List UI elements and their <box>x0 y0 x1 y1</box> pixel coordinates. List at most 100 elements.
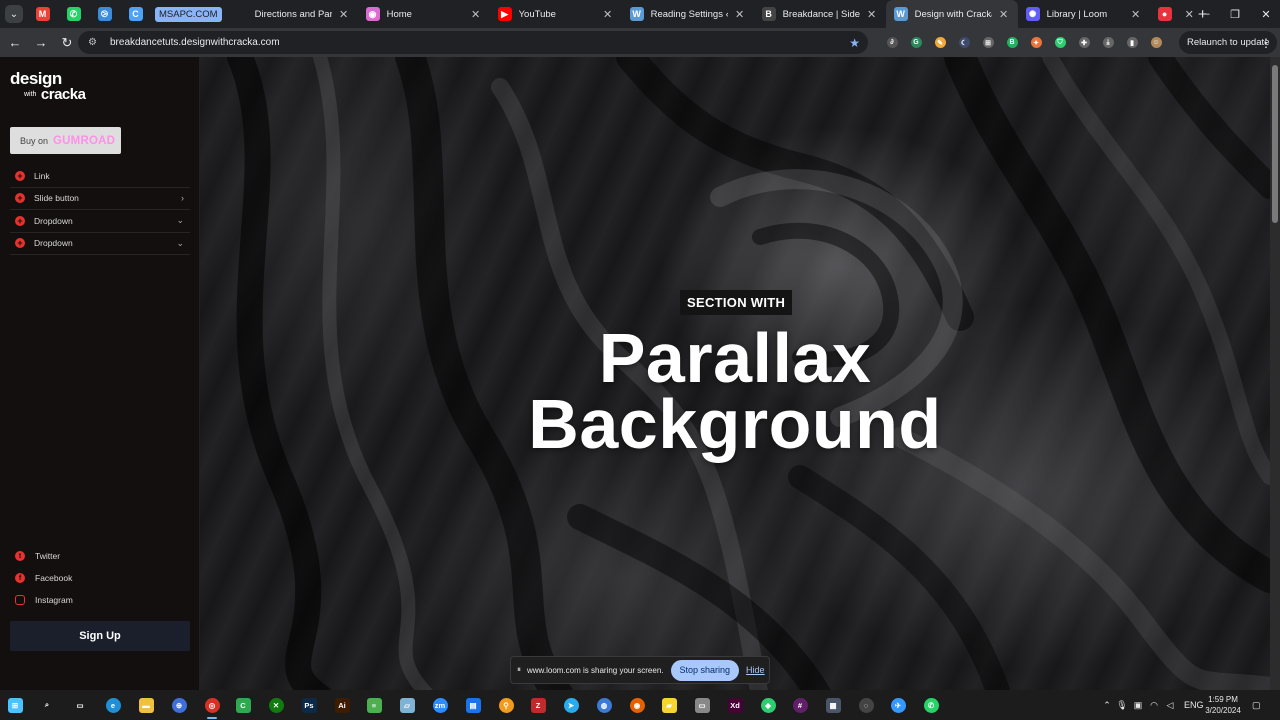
browser-menu-icon[interactable]: ⋮ <box>1258 31 1274 54</box>
file-explorer-icon[interactable]: ▬ <box>135 694 157 716</box>
profile-avatar-icon[interactable]: ☺ <box>1144 31 1168 55</box>
xbox-icon[interactable]: ✕ <box>265 694 287 716</box>
vpn-app-icon[interactable]: ◆ <box>757 694 779 716</box>
minimize-icon[interactable]: — <box>1188 0 1220 28</box>
notepad-icon[interactable]: ≡ <box>363 694 385 716</box>
download-icon[interactable]: ⤓ <box>1096 31 1120 55</box>
messenger-icon[interactable]: ✈ <box>887 694 909 716</box>
tab[interactable]: W Reading Settings ‹ Desi ✕ <box>622 0 754 28</box>
xbox-icon-glyph: ✕ <box>268 697 284 713</box>
slack-icon[interactable]: # <box>789 694 811 716</box>
search-tool-icon[interactable]: ⚲ <box>495 694 517 716</box>
whatsapp-taskbar-icon[interactable]: ✆ <box>920 694 942 716</box>
restore-icon[interactable]: ❐ <box>1219 0 1251 28</box>
reader-ext-icon[interactable]: ∂ <box>880 31 904 55</box>
social-link-instagram[interactable]: ◎ Instagram <box>10 589 190 611</box>
calculator-icon[interactable]: ▦ <box>822 694 844 716</box>
sticky-notes-icon[interactable]: ▰ <box>658 694 680 716</box>
tab-close-icon[interactable]: ✕ <box>338 8 350 21</box>
tab[interactable]: ✺ Library | Loom ✕ <box>1018 0 1150 28</box>
camera-tray-icon[interactable]: ▣ <box>1130 700 1146 711</box>
illustrator-icon[interactable]: Ai <box>331 694 353 716</box>
forward-icon[interactable]: → <box>29 31 53 55</box>
page-scrollbar-thumb[interactable] <box>1272 65 1278 223</box>
puzzle-ext-icon[interactable]: ✚ <box>1072 31 1096 55</box>
sidepanel-icon[interactable]: ▮ <box>1120 31 1144 55</box>
filezilla-icon[interactable]: Z <box>527 694 549 716</box>
site-info-icon[interactable]: ⚙ <box>88 37 102 48</box>
sidebar-menu-item[interactable]: + Dropdown ⌄ <box>10 233 190 255</box>
hero-title-line-1: Parallax <box>598 319 872 397</box>
reload-icon[interactable]: ↻ <box>55 31 79 55</box>
hide-share-bar-link[interactable]: Hide <box>746 665 765 675</box>
screen-recorder-icon[interactable]: ◌ <box>855 694 877 716</box>
screenshot-ext-icon[interactable]: ⊞ <box>976 31 1000 55</box>
tab-close-icon[interactable]: ✕ <box>734 8 746 21</box>
chevron-down-icon[interactable]: ⌄ <box>176 215 184 226</box>
clock[interactable]: 1:59 PM 3/20/2024 <box>1200 694 1246 716</box>
xd-icon[interactable]: Xd <box>724 694 746 716</box>
pinned-tab[interactable]: ⧁ <box>89 0 120 28</box>
sidebar-menu-item[interactable]: + Slide button › <box>10 188 190 210</box>
task-view-icon[interactable]: ▭ <box>69 694 91 716</box>
shield-ext-icon[interactable]: ⛉ <box>1048 31 1072 55</box>
notifications-icon[interactable]: ▢ <box>1252 690 1261 720</box>
stop-sharing-button[interactable]: Stop sharing <box>670 659 740 681</box>
search-icon[interactable]: ⌕ <box>36 694 58 716</box>
site-logo[interactable]: design with cracka <box>10 70 86 104</box>
tab-active[interactable]: W Design with Cracka Tuto ✕ <box>885 0 1018 28</box>
back-icon[interactable]: ← <box>3 31 27 55</box>
edge-icon[interactable]: e <box>102 694 124 716</box>
buy-on-gumroad-button[interactable]: Buy on GUMROAD <box>10 127 121 154</box>
volume-icon[interactable]: ◁ <box>1162 700 1178 711</box>
fox-ext-icon[interactable]: ✦ <box>1024 31 1048 55</box>
windows-start-icon[interactable]: ⊞ <box>4 694 26 716</box>
pencil-ext-icon[interactable]: ✎ <box>928 31 952 55</box>
tab-search-icon[interactable]: ⌄ <box>5 5 23 23</box>
browser-tab-strip: ⌄ M ✆ ⧁ C MSAPC.COM Directions and Parking ✕… <box>0 0 1280 28</box>
globe-app-icon[interactable]: ⊕ <box>168 694 190 716</box>
wifi-icon[interactable]: ◠ <box>1146 700 1162 711</box>
display-app-icon[interactable]: ▭ <box>691 694 713 716</box>
chevron-right-icon[interactable]: › <box>181 193 184 203</box>
grammarly-ext-icon[interactable]: G <box>904 31 928 55</box>
tab-group-chip[interactable]: MSAPC.COM <box>155 6 222 22</box>
bookmark-star-icon[interactable]: ★ <box>849 36 860 50</box>
camtasia-icon[interactable]: C <box>232 694 254 716</box>
social-link-facebook[interactable]: f Facebook <box>10 567 190 589</box>
pinned-tab[interactable]: C <box>120 0 151 28</box>
close-window-icon[interactable]: ✕ <box>1250 0 1280 28</box>
tab[interactable]: ◉ Home ✕ <box>358 0 490 28</box>
tab[interactable]: ▶ YouTube ✕ <box>490 0 622 28</box>
dark-mode-ext-icon[interactable]: ☾ <box>952 31 976 55</box>
sign-up-button[interactable]: Sign Up <box>10 621 190 651</box>
tab-close-icon[interactable]: ✕ <box>998 8 1010 21</box>
sheets-app-icon[interactable]: ▤ <box>462 694 484 716</box>
store-app-icon[interactable]: ◍ <box>593 694 615 716</box>
b-ext-icon[interactable]: B <box>1000 31 1024 55</box>
address-bar[interactable]: ⚙ breakdancetuts.designwithcracka.com ★ <box>78 31 868 54</box>
tab-close-icon[interactable]: ✕ <box>866 8 878 21</box>
tab[interactable]: ● ✕ <box>1150 0 1194 28</box>
firefox-icon[interactable]: ◉ <box>626 694 648 716</box>
tab-close-icon[interactable]: ✕ <box>470 8 482 21</box>
pinned-tab[interactable]: M <box>27 0 58 28</box>
chrome-icon[interactable]: ◎ <box>201 694 223 719</box>
tab-close-icon[interactable]: ✕ <box>1130 8 1142 21</box>
sidebar-menu-item[interactable]: + Link <box>10 165 190 188</box>
zoom-icon[interactable]: zm <box>429 694 451 716</box>
tab-close-icon[interactable]: ✕ <box>602 8 614 21</box>
board-app-icon[interactable]: ▱ <box>396 694 418 716</box>
pinned-tab[interactable]: ✆ <box>58 0 89 28</box>
chevron-down-icon[interactable]: ⌄ <box>176 238 184 249</box>
tab[interactable]: B Breakdance | Sidebar N ✕ <box>754 0 886 28</box>
tab[interactable]: Directions and Parking ✕ <box>226 0 358 28</box>
telegram-icon[interactable]: ➤ <box>560 694 582 716</box>
social-link-twitter[interactable]: t Twitter <box>10 545 190 567</box>
url-text[interactable]: breakdancetuts.designwithcracka.com <box>110 37 849 48</box>
sidebar-menu-item[interactable]: + Dropdown ⌄ <box>10 210 190 233</box>
tray-overflow-icon[interactable]: ⌃ <box>1100 700 1114 711</box>
microphone-icon[interactable]: 🎙 <box>1114 700 1130 711</box>
drag-handle-icon[interactable]: ⏸ <box>517 665 521 675</box>
photoshop-icon[interactable]: Ps <box>298 694 320 716</box>
